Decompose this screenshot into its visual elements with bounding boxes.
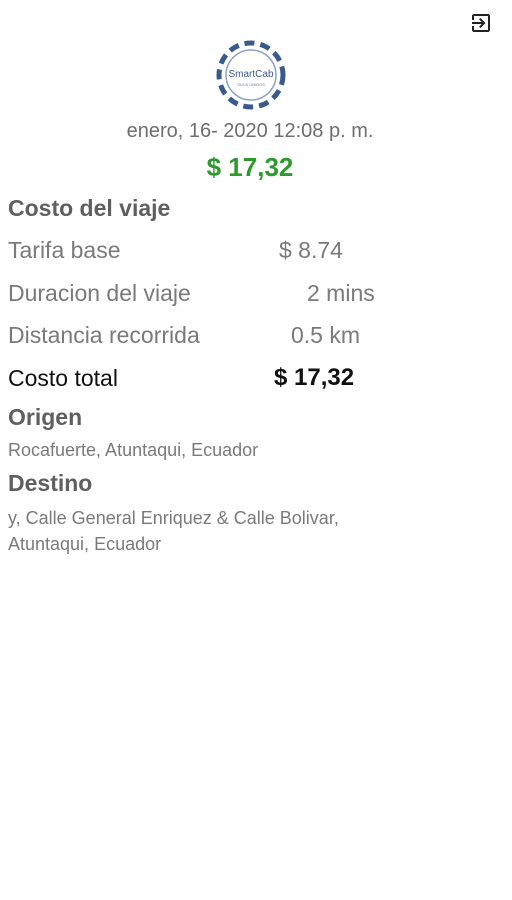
distance-value: 0.5 km (291, 322, 361, 348)
trip-duration-label: Duracion del viaje (8, 280, 191, 306)
trip-date: enero, 16- 2020 12:08 p. m. (126, 120, 374, 142)
base-fare-label: Tarifa base (8, 237, 121, 263)
distance-label: Distancia recorrida (8, 322, 200, 348)
base-fare-value: $ 8.74 (279, 237, 343, 263)
total-cost-value: $ 17,32 (274, 364, 355, 391)
trip-receipt-screen: SmartCab TAXIS UNIDOS enero, 16- 2020 12… (0, 0, 512, 900)
origin-address: Rocafuerte, Atuntaqui, Ecuador (8, 440, 259, 460)
trip-total-highlight: $ 17,32 (206, 152, 294, 182)
origin-title: Origen (8, 404, 83, 430)
destination-title: Destino (8, 470, 93, 496)
logo-subtext: TAXIS UNIDOS (237, 82, 265, 87)
company-logo: SmartCab TAXIS UNIDOS (211, 35, 291, 115)
exit-button[interactable] (468, 10, 494, 36)
exit-to-app-icon (472, 14, 490, 32)
trip-cost-title: Costo del viaje (8, 195, 171, 221)
trip-duration-value: 2 mins (307, 280, 375, 306)
destination-address: y, Calle General Enriquez & Calle Boliva… (8, 508, 339, 554)
logo-text: SmartCab (228, 69, 273, 80)
total-cost-label: Costo total (8, 365, 118, 391)
